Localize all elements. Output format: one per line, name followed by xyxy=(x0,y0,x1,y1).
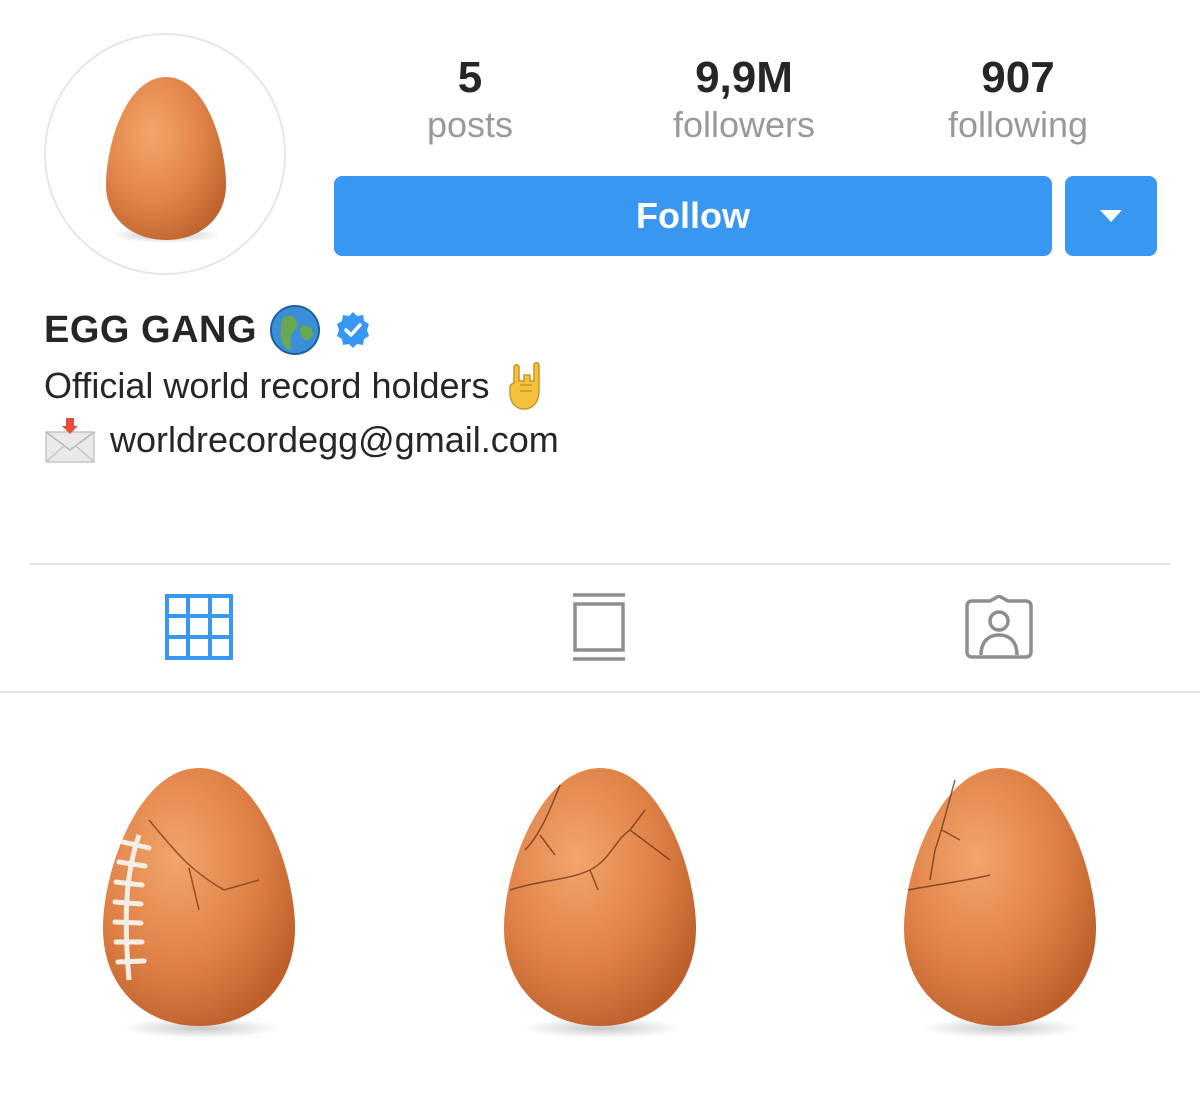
stat-followers[interactable]: 9,9M followers xyxy=(634,52,854,146)
incoming-envelope-icon xyxy=(45,418,95,463)
feed-icon xyxy=(573,593,625,661)
football-egg-image xyxy=(103,768,295,1038)
tab-grid[interactable] xyxy=(164,592,234,662)
following-count: 907 xyxy=(981,53,1055,102)
tab-feed[interactable] xyxy=(564,592,634,662)
suggested-dropdown-button[interactable] xyxy=(1065,176,1157,256)
post-thumbnail[interactable] xyxy=(79,740,319,1070)
cracked-egg-image xyxy=(504,768,696,1038)
globe-icon xyxy=(270,305,321,355)
followers-label: followers xyxy=(672,104,816,145)
grid-icon xyxy=(165,594,233,660)
tagged-person-icon xyxy=(965,595,1033,659)
bio-text: Official world record holders xyxy=(44,365,490,406)
cracked-egg-image xyxy=(904,768,1096,1038)
following-label: following xyxy=(947,104,1089,145)
follow-button[interactable]: Follow xyxy=(334,176,1052,256)
stat-following[interactable]: 907 following xyxy=(908,52,1128,146)
verified-badge-icon xyxy=(337,312,370,348)
profile-username: EGG GANG xyxy=(44,308,258,351)
tabs-top-divider xyxy=(30,563,1170,565)
profile-avatar[interactable] xyxy=(44,33,286,275)
email-line[interactable]: worldrecordegg@gmail.com xyxy=(44,414,559,466)
profile-name-row: EGG GANG xyxy=(44,302,373,358)
followers-count: 9,9M xyxy=(695,53,793,102)
posts-label: posts xyxy=(426,104,514,145)
egg-avatar-image xyxy=(106,77,226,243)
bio-line: Official world record holders xyxy=(44,360,548,412)
rock-on-hand-icon xyxy=(508,362,540,410)
tab-tagged[interactable] xyxy=(964,592,1034,662)
caret-down-icon xyxy=(1100,210,1122,222)
email-link[interactable]: worldrecordegg@gmail.com xyxy=(110,419,559,461)
tabs-bottom-divider xyxy=(0,691,1200,693)
post-thumbnail[interactable] xyxy=(480,740,720,1070)
posts-count: 5 xyxy=(457,53,483,102)
stat-posts[interactable]: 5 posts xyxy=(360,52,580,146)
post-thumbnail[interactable] xyxy=(880,740,1120,1070)
